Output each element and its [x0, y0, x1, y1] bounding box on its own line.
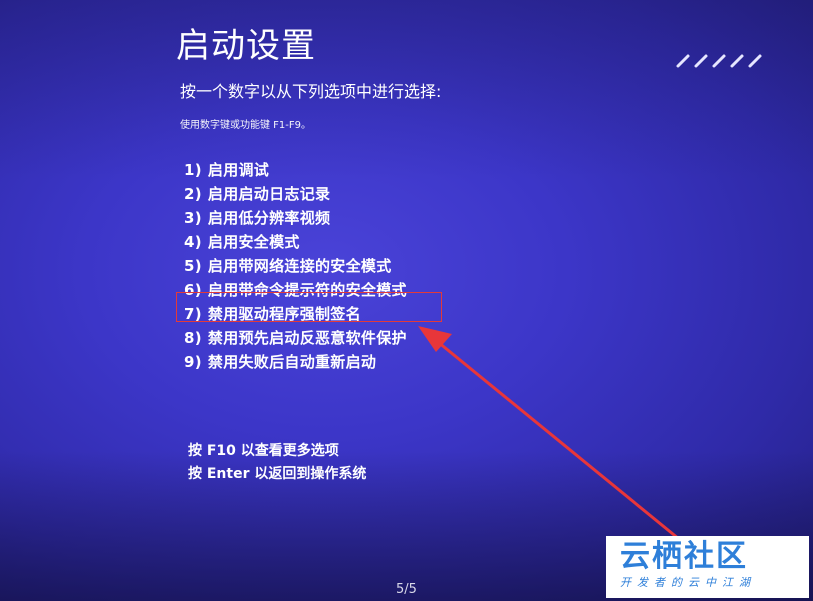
option-low-res-video[interactable]: 3) 启用低分辨率视频: [184, 206, 407, 230]
decorative-dashes-icon: [676, 54, 762, 68]
more-options-hint[interactable]: 按 F10 以查看更多选项: [188, 440, 366, 463]
page-subtitle: 按一个数字以从下列选项中进行选择:: [180, 82, 442, 101]
footer-instructions: 按 F10 以查看更多选项 按 Enter 以返回到操作系统: [188, 440, 366, 486]
key-hint: 使用数字键或功能键 F1-F9。: [180, 120, 312, 131]
option-disable-auto-restart[interactable]: 9) 禁用失败后自动重新启动: [184, 350, 407, 374]
page-counter: 5/5: [396, 582, 417, 597]
return-to-os-hint[interactable]: 按 Enter 以返回到操作系统: [188, 463, 366, 486]
watermark-tagline: 开发者的云中江湖: [620, 576, 756, 589]
option-debugging[interactable]: 1) 启用调试: [184, 158, 407, 182]
option-safe-mode-networking[interactable]: 5) 启用带网络连接的安全模式: [184, 254, 407, 278]
page-title: 启动设置: [176, 26, 316, 66]
watermark-logo: 云栖社区 开发者的云中江湖: [606, 536, 809, 598]
watermark-brand: 云栖社区: [620, 539, 748, 574]
annotation-highlight-box: [176, 292, 442, 322]
startup-options-list: 1) 启用调试 2) 启用启动日志记录 3) 启用低分辨率视频 4) 启用安全模式 5)…: [184, 158, 407, 374]
option-boot-logging[interactable]: 2) 启用启动日志记录: [184, 182, 407, 206]
option-safe-mode[interactable]: 4) 启用安全模式: [184, 230, 407, 254]
option-disable-early-antimalware[interactable]: 8) 禁用预先启动反恶意软件保护: [184, 326, 407, 350]
